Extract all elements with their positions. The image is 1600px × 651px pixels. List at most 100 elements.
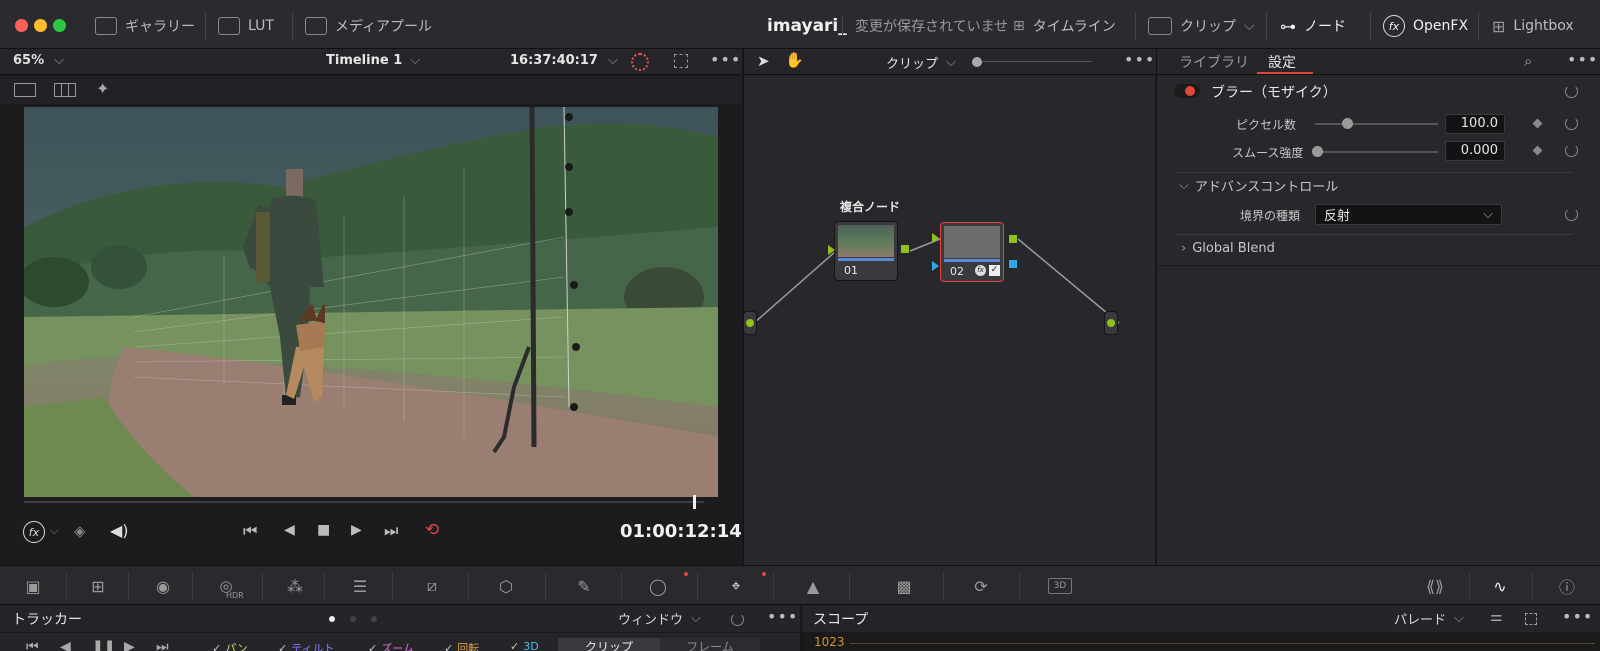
node-editor[interactable]: ➤ ✋ クリップ ⌵ ••• 複合ノード 01 02 fx ✓ [743,49,1156,565]
track-forward-icon[interactable]: ▶ [124,639,135,651]
pixel-count-slider[interactable] [1315,123,1438,125]
chevron-down-icon[interactable]: ⌵ [50,524,58,538]
zoom-window-button[interactable] [53,19,66,32]
track-forward-end-icon[interactable]: ⏭ [156,639,169,651]
check-3d[interactable]: ✓ 3D [510,640,539,651]
track-reverse-start-icon[interactable]: ⏮ [26,639,39,651]
clip-button[interactable]: クリップ ⌵ [1148,14,1255,38]
color-warper-icon[interactable]: ⬡ [494,575,518,597]
clip-mode-button[interactable]: クリップ [558,638,660,651]
node-output-blue[interactable] [1009,260,1017,268]
loop-icon[interactable]: ⟲ [425,520,439,540]
more-options-icon[interactable]: ••• [710,50,741,69]
zoom-select[interactable]: 65% ⌵ [13,53,64,68]
magic-wand-icon[interactable]: ✦ [96,79,109,98]
more-options-icon[interactable]: ••• [1567,50,1598,69]
pixel-count-field[interactable]: 100.0 [1445,114,1505,134]
reset-icon[interactable] [1565,117,1578,130]
lightbox-button[interactable]: ⊞ Lightbox [1492,14,1574,38]
blur-icon[interactable]: ▩ [892,575,916,597]
page-dot-active[interactable] [329,616,335,622]
timeline-select[interactable]: Timeline 1 ⌵ [326,53,420,68]
output-node[interactable] [1104,311,1118,335]
node-02[interactable]: 02 fx ✓ [940,222,1004,282]
node-input-blue[interactable] [932,261,939,271]
key-icon[interactable]: ⟳ [969,575,993,597]
keyframe-icon[interactable] [1532,118,1543,129]
frame-mode-button[interactable]: フレーム [660,638,760,651]
window-icon[interactable]: ◯ [646,575,670,597]
node-button[interactable]: ⊶ ノード [1280,14,1346,38]
tab-settings[interactable]: 設定 [1268,52,1296,72]
node-input-green[interactable] [932,233,939,243]
scopes-icon[interactable]: ∿ [1488,575,1512,597]
source-timecode-select[interactable]: 16:37:40:17 ⌵ [510,53,618,68]
reset-icon[interactable] [1565,208,1578,221]
effect-enable-toggle[interactable] [1174,84,1200,98]
play-reverse-icon[interactable]: ◀ [284,522,295,538]
qualifier-icon[interactable]: ✎ [572,575,596,597]
keyframes-icon[interactable]: ⟪⟫ [1423,575,1447,597]
split-view-icon[interactable] [14,83,36,97]
source-input-node[interactable] [743,311,757,335]
motion-effects-icon[interactable]: ☰ [348,575,372,597]
highlight-icon[interactable] [631,53,649,71]
gallery-button[interactable]: ギャラリー [95,14,195,38]
border-type-select[interactable]: 反射 ⌵ [1315,204,1502,225]
check-rotate[interactable]: ✓ 回転 [444,640,479,651]
scrub-bar[interactable] [24,501,704,503]
check-zoom[interactable]: ✓ ズーム [368,640,414,651]
magic-mask-icon[interactable]: ▲ [801,575,825,597]
checkbox-icon[interactable]: ✓ [989,265,1000,276]
track-reverse-icon[interactable]: ◀ [60,639,71,651]
reset-icon[interactable] [1565,85,1578,98]
play-icon[interactable]: ▶ [351,522,362,538]
scope-settings-icon[interactable]: ⚌ [1490,609,1503,625]
stop-icon[interactable]: ■ [317,522,330,538]
lut-button[interactable]: LUT [218,14,274,38]
advanced-controls-toggle[interactable]: ⌵ アドバンスコントロール [1179,176,1338,195]
openfx-button[interactable]: fx OpenFX [1383,14,1468,38]
more-options-icon[interactable]: ••• [1562,607,1593,626]
tracker-icon[interactable]: ⌖ [724,575,748,597]
node-01[interactable]: 01 [834,221,898,281]
smooth-strength-slider[interactable] [1315,151,1438,153]
pixel-count-knob[interactable] [1342,118,1353,129]
color-match-icon[interactable]: ⊞ [86,575,110,597]
filmstrip-icon[interactable] [54,83,76,97]
node-output-green[interactable] [901,245,909,253]
minimize-window-button[interactable] [34,19,47,32]
go-to-start-icon[interactable]: ⏮ [243,521,257,541]
speaker-icon[interactable]: ◀) [110,521,129,540]
layers-icon[interactable]: ◈ [74,522,86,540]
go-to-end-icon[interactable]: ⏭ [384,521,398,541]
more-options-icon[interactable]: ••• [767,607,798,626]
media-pool-button[interactable]: メディアプール [305,14,432,38]
check-pan[interactable]: ✓ パン [212,640,248,651]
global-blend-toggle[interactable]: › Global Blend [1181,241,1275,256]
smooth-strength-knob[interactable] [1312,146,1323,157]
fx-icon[interactable]: fx [23,521,45,543]
playhead[interactable] [692,495,696,509]
expand-icon[interactable] [1525,613,1537,625]
page-dot[interactable] [350,616,356,622]
timeline-button[interactable]: ⊞ タイムライン [1013,14,1116,38]
curves-icon[interactable]: ⧄ [420,575,444,597]
scope-mode-select[interactable]: パレード ⌵ [1394,609,1464,628]
reset-icon[interactable] [1565,144,1578,157]
color-wheels-icon[interactable]: ◉ [151,575,175,597]
smooth-strength-field[interactable]: 0.000 [1445,141,1505,161]
check-tilt[interactable]: ✓ ティルト [278,640,335,651]
info-icon[interactable]: ⓘ [1555,575,1579,597]
search-icon[interactable]: ⌕ [1524,52,1532,70]
track-stop-icon[interactable]: ❚❚ [92,639,115,651]
node-output-green[interactable] [1009,235,1017,243]
camera-raw-icon[interactable]: ▣ [21,575,45,597]
page-dot[interactable] [371,616,377,622]
keyframe-icon[interactable] [1532,145,1543,156]
rgb-mixer-icon[interactable]: ⁂ [283,575,307,597]
expand-icon[interactable] [674,54,688,68]
tab-library[interactable]: ライブラリ [1179,52,1249,72]
stereo-3d-icon[interactable]: 3D [1048,578,1072,594]
node-input-green[interactable] [828,245,835,255]
